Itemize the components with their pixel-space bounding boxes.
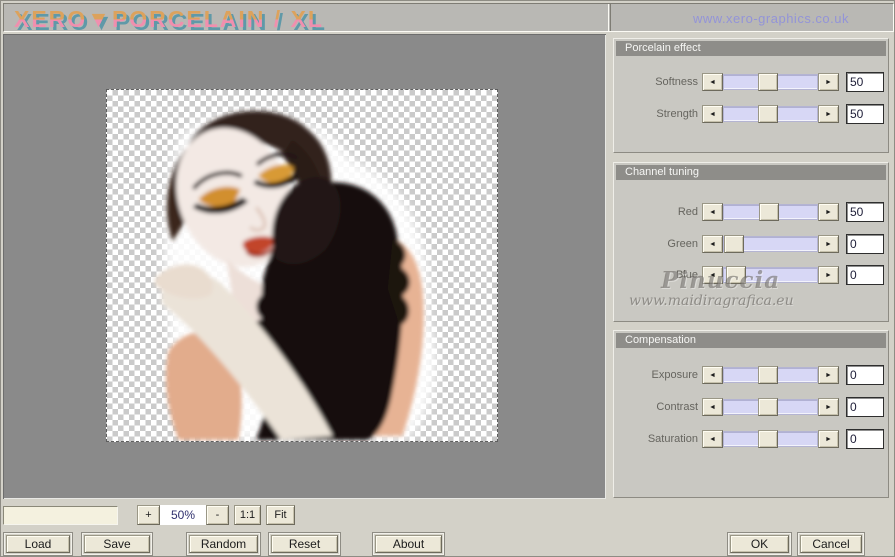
zoom-one-to-one-button[interactable]: 1:1 bbox=[234, 505, 261, 525]
slider-value-input[interactable] bbox=[846, 365, 884, 385]
slider-right-arrow-icon[interactable]: ► bbox=[818, 105, 839, 123]
slider-thumb[interactable] bbox=[758, 398, 778, 416]
slider-right-arrow-icon[interactable]: ► bbox=[818, 203, 839, 221]
slider-left-arrow-icon[interactable]: ◄ bbox=[702, 203, 723, 221]
slider-thumb[interactable] bbox=[758, 73, 778, 91]
watermark-site: www.maidiragrafica.eu bbox=[629, 293, 794, 309]
slider-label: Strength bbox=[614, 108, 698, 120]
slider-row-strength: Strength ◄ ► bbox=[614, 105, 888, 123]
group-compensation: Compensation Exposure ◄ ► Contrast ◄ ► S… bbox=[613, 330, 889, 498]
reset-button[interactable]: Reset bbox=[271, 535, 338, 553]
slider-label: Contrast bbox=[614, 401, 698, 413]
save-button[interactable]: Save bbox=[84, 535, 150, 553]
slider-right-arrow-icon[interactable]: ► bbox=[818, 398, 839, 416]
zoom-fit-button[interactable]: Fit bbox=[266, 505, 295, 525]
slider-right-arrow-icon[interactable]: ► bbox=[818, 235, 839, 253]
preview-canvas bbox=[3, 34, 606, 499]
app-logo-text: XERO▼PORCELAIN / XL bbox=[14, 6, 324, 33]
slider-track[interactable] bbox=[723, 236, 818, 252]
slider-value-input[interactable] bbox=[846, 429, 884, 449]
about-button[interactable]: About bbox=[375, 535, 442, 553]
slider-left-arrow-icon[interactable]: ◄ bbox=[702, 398, 723, 416]
random-button[interactable]: Random bbox=[189, 535, 258, 553]
slider-label: Saturation bbox=[614, 433, 698, 445]
slider-thumb[interactable] bbox=[758, 430, 778, 448]
group-header: Compensation bbox=[616, 333, 886, 348]
slider-value-input[interactable] bbox=[846, 265, 884, 285]
slider-thumb[interactable] bbox=[724, 235, 744, 253]
slider-value-input[interactable] bbox=[846, 104, 884, 124]
group-porcelain-effect: Porcelain effect Softness ◄ ► Strength ◄… bbox=[613, 38, 889, 153]
cancel-button[interactable]: Cancel bbox=[800, 535, 862, 553]
plugin-window: XERO▼PORCELAIN / XL XERO▼PORCELAIN / XL … bbox=[0, 0, 895, 557]
group-header: Channel tuning bbox=[616, 165, 886, 180]
slider-left-arrow-icon[interactable]: ◄ bbox=[702, 366, 723, 384]
preview-portrait bbox=[107, 90, 497, 441]
about-button-frame: About bbox=[372, 532, 445, 556]
zoom-out-button[interactable]: - bbox=[206, 505, 229, 525]
slider-left-arrow-icon[interactable]: ◄ bbox=[702, 73, 723, 91]
slider-left-arrow-icon[interactable]: ◄ bbox=[702, 430, 723, 448]
group-header: Porcelain effect bbox=[616, 41, 886, 56]
slider-track[interactable] bbox=[723, 74, 818, 90]
slider-row-green: Green ◄ ► bbox=[614, 235, 888, 253]
slider-track[interactable] bbox=[723, 399, 818, 415]
watermark-name: Pinuccia bbox=[661, 267, 780, 294]
vendor-url: www.xero-graphics.co.uk bbox=[693, 11, 849, 26]
slider-row-contrast: Contrast ◄ ► bbox=[614, 398, 888, 416]
reset-button-frame: Reset bbox=[268, 532, 341, 556]
slider-value-input[interactable] bbox=[846, 397, 884, 417]
title-bar: XERO▼PORCELAIN / XL XERO▼PORCELAIN / XL … bbox=[3, 3, 894, 32]
load-button-frame: Load bbox=[3, 532, 73, 556]
save-button-frame: Save bbox=[81, 532, 153, 556]
ok-button-frame: OK bbox=[727, 532, 792, 556]
slider-label: Green bbox=[614, 238, 698, 250]
slider-right-arrow-icon[interactable]: ► bbox=[818, 73, 839, 91]
slider-right-arrow-icon[interactable]: ► bbox=[818, 266, 839, 284]
slider-value-input[interactable] bbox=[846, 202, 884, 222]
slider-value-input[interactable] bbox=[846, 234, 884, 254]
zoom-level-display: 50% bbox=[160, 505, 206, 525]
slider-row-softness: Softness ◄ ► bbox=[614, 73, 888, 91]
slider-left-arrow-icon[interactable]: ◄ bbox=[702, 235, 723, 253]
slider-thumb[interactable] bbox=[758, 366, 778, 384]
slider-row-saturation: Saturation ◄ ► bbox=[614, 430, 888, 448]
load-button[interactable]: Load bbox=[6, 535, 70, 553]
slider-label: Red bbox=[614, 206, 698, 218]
preview-image-area[interactable] bbox=[106, 89, 498, 442]
slider-thumb[interactable] bbox=[759, 203, 779, 221]
slider-right-arrow-icon[interactable]: ► bbox=[818, 366, 839, 384]
slider-track[interactable] bbox=[723, 367, 818, 383]
slider-row-red: Red ◄ ► bbox=[614, 203, 888, 221]
slider-track[interactable] bbox=[723, 204, 818, 220]
slider-thumb[interactable] bbox=[758, 105, 778, 123]
slider-left-arrow-icon[interactable]: ◄ bbox=[702, 105, 723, 123]
slider-label: Exposure bbox=[614, 369, 698, 381]
app-logo: XERO▼PORCELAIN / XL XERO▼PORCELAIN / XL bbox=[14, 6, 434, 31]
random-button-frame: Random bbox=[186, 532, 261, 556]
slider-value-input[interactable] bbox=[846, 72, 884, 92]
titlebar-divider bbox=[608, 4, 611, 31]
cancel-button-frame: Cancel bbox=[797, 532, 865, 556]
slider-row-exposure: Exposure ◄ ► bbox=[614, 366, 888, 384]
slider-right-arrow-icon[interactable]: ► bbox=[818, 430, 839, 448]
progress-bar bbox=[3, 506, 118, 525]
slider-track[interactable] bbox=[723, 106, 818, 122]
slider-label: Softness bbox=[614, 76, 698, 88]
zoom-in-button[interactable]: + bbox=[137, 505, 160, 525]
slider-track[interactable] bbox=[723, 431, 818, 447]
ok-button[interactable]: OK bbox=[730, 535, 789, 553]
